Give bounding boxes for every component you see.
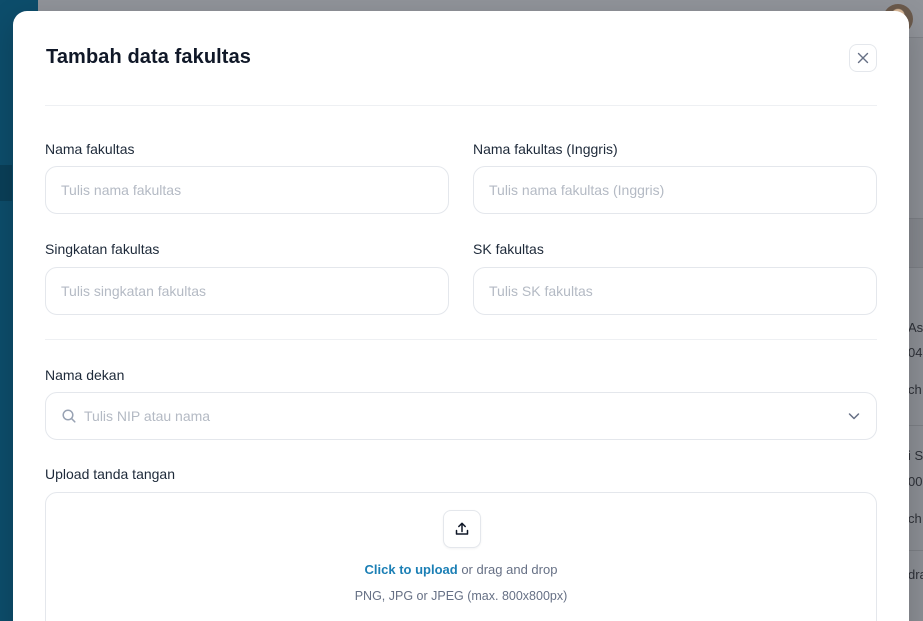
- upload-tanda-tangan-label: Upload tanda tangan: [45, 466, 175, 482]
- background-row-text: ch: [908, 382, 922, 397]
- search-icon: [62, 409, 76, 423]
- background-row-text: i S: [908, 448, 923, 463]
- upload-icon: [455, 522, 469, 535]
- background-row-text: 04: [908, 345, 923, 360]
- upload-instruction: Click to upload or drag and drop: [46, 562, 876, 577]
- section-divider: [45, 339, 877, 340]
- background-row-text: dra: [908, 567, 923, 582]
- nama-fakultas-inggris-label: Nama fakultas (Inggris): [473, 141, 618, 157]
- background-row-text: ch: [908, 511, 922, 526]
- singkatan-fakultas-input[interactable]: [45, 267, 449, 315]
- signature-upload-dropzone[interactable]: Click to upload or drag and drop PNG, JP…: [45, 492, 877, 621]
- upload-icon-container: [443, 510, 481, 548]
- nama-fakultas-label: Nama fakultas: [45, 141, 135, 157]
- nama-fakultas-input[interactable]: [45, 166, 449, 214]
- close-button[interactable]: [849, 44, 877, 72]
- drag-drop-text: or drag and drop: [461, 562, 558, 577]
- nama-fakultas-inggris-input[interactable]: [473, 166, 877, 214]
- sidebar-active-indicator: [0, 165, 12, 201]
- modal-title: Tambah data fakultas: [46, 46, 252, 68]
- add-faculty-modal: Tambah data fakultas Nama fakultas Nama …: [13, 11, 909, 621]
- sk-fakultas-label: SK fakultas: [473, 241, 544, 257]
- sk-fakultas-input[interactable]: [473, 267, 877, 315]
- background-row-text: 00: [908, 474, 923, 489]
- chevron-down-icon: [848, 413, 860, 420]
- close-icon: [857, 52, 869, 64]
- click-to-upload-link[interactable]: Click to upload: [365, 562, 458, 577]
- upload-format-hint: PNG, JPG or JPEG (max. 800x800px): [354, 589, 568, 603]
- nama-dekan-placeholder: Tulis NIP atau nama: [84, 408, 211, 424]
- background-row-text: As: [908, 320, 923, 335]
- nama-dekan-select[interactable]: Tulis NIP atau nama: [45, 392, 877, 440]
- header-divider: [45, 105, 877, 106]
- nama-dekan-label: Nama dekan: [45, 367, 125, 383]
- singkatan-fakultas-label: Singkatan fakultas: [45, 241, 160, 257]
